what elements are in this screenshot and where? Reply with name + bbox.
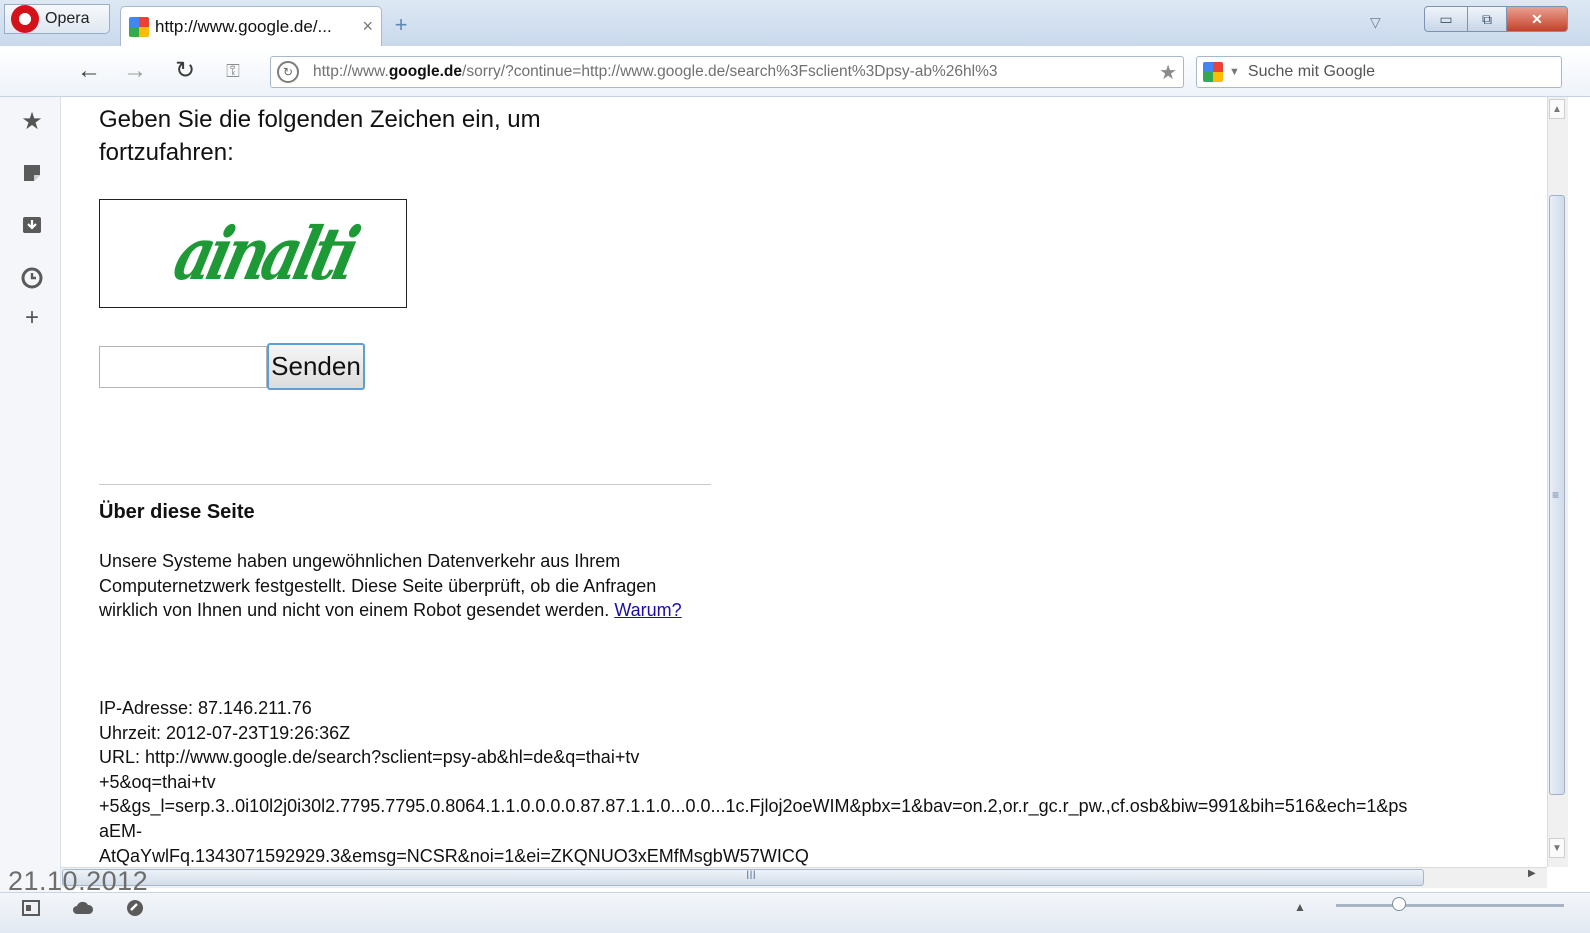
- url-domain: google.de: [388, 63, 463, 80]
- captcha-text: ainalti: [166, 211, 364, 296]
- page-heading: Geben Sie die folgenden Zeichen ein, um …: [99, 106, 541, 166]
- url-line: URL: http://www.google.de/search?sclient…: [99, 747, 640, 768]
- opera-menu-label: Opera: [45, 10, 90, 27]
- page-content: Geben Sie die folgenden Zeichen ein, um …: [61, 97, 1547, 867]
- scroll-up-icon[interactable]: ▲: [1549, 99, 1565, 119]
- zoom-menu-icon[interactable]: ▲: [1294, 900, 1306, 914]
- back-button[interactable]: ←: [74, 58, 104, 84]
- url-prefix: http://www.: [313, 63, 389, 80]
- url-line: aEM-: [99, 820, 143, 841]
- tab-list-chevron-icon[interactable]: ▽: [1370, 14, 1381, 31]
- zoom-slider[interactable]: [1336, 904, 1564, 907]
- address-bar[interactable]: ↻ http://www.google.de/sorry/?continue=h…: [270, 56, 1184, 88]
- tab-title: http://www.google.de/...: [155, 16, 332, 36]
- url-text[interactable]: http://www.google.de/sorry/?continue=htt…: [313, 63, 1155, 81]
- turbo-icon[interactable]: [124, 897, 146, 919]
- window-restore-button[interactable]: ⧉: [1467, 6, 1507, 32]
- window-close-button[interactable]: ✕: [1506, 6, 1568, 32]
- search-engine-dropdown-icon[interactable]: ▼: [1229, 66, 1240, 78]
- scroll-down-icon[interactable]: ▼: [1549, 838, 1565, 858]
- about-paragraph: Unsere Systeme haben ungewöhnlichen Date…: [99, 549, 689, 623]
- opera-logo-icon: [11, 5, 39, 33]
- google-favicon-icon: [129, 16, 149, 37]
- timestamp-line: Uhrzeit: 2012-07-23T19:26:36Z: [99, 722, 351, 743]
- opera-menu-button[interactable]: Opera: [4, 4, 110, 34]
- site-info-icon[interactable]: ↻: [277, 61, 299, 83]
- search-bar[interactable]: ▼: [1196, 56, 1562, 88]
- search-input[interactable]: [1245, 62, 1530, 82]
- url-path: /sorry/?continue=http://www.google.de/se…: [462, 63, 998, 80]
- diagnostics-block: IP-Adresse: 87.146.211.76 Uhrzeit: 2012-…: [99, 696, 1539, 867]
- why-link[interactable]: Warum?: [614, 600, 681, 620]
- tab-google-sorry[interactable]: http://www.google.de/... ×: [120, 6, 382, 46]
- bookmark-star-icon[interactable]: ★: [1159, 60, 1177, 85]
- date-watermark: 21.10.2012: [8, 866, 149, 896]
- forward-button[interactable]: →: [120, 58, 150, 84]
- security-key-icon[interactable]: ⚿: [218, 58, 248, 84]
- horizontal-scroll-thumb[interactable]: [62, 869, 1424, 886]
- url-line: +5&gs_l=serp.3..0i10l2j0i30l2.7795.7795.…: [99, 796, 1408, 817]
- url-line: AtQaYwlFq.1343071592929.3&emsg=NCSR&noi=…: [99, 845, 809, 866]
- new-tab-button[interactable]: +: [390, 14, 412, 36]
- status-bar: [0, 892, 1590, 933]
- google-search-engine-icon[interactable]: [1203, 62, 1223, 82]
- ip-address-line: IP-Adresse: 87.146.211.76: [99, 698, 312, 718]
- about-text: Unsere Systeme haben ungewöhnlichen Date…: [99, 551, 657, 621]
- zoom-slider-thumb[interactable]: [1392, 897, 1406, 911]
- tab-close-icon[interactable]: ×: [362, 16, 373, 37]
- bookmarks-star-icon[interactable]: ★: [18, 107, 46, 135]
- captcha-image: ainalti: [99, 199, 407, 308]
- panel-toggle-icon[interactable]: [20, 897, 42, 919]
- scroll-grip-icon: III: [746, 868, 757, 882]
- reload-button[interactable]: ↻: [170, 58, 200, 84]
- history-clock-icon[interactable]: [18, 264, 46, 292]
- section-divider: [99, 484, 711, 485]
- about-heading: Über diese Seite: [99, 501, 255, 523]
- window-minimize-button[interactable]: ▭: [1424, 6, 1468, 32]
- captcha-input[interactable]: [99, 346, 267, 388]
- downloads-icon[interactable]: [18, 211, 46, 239]
- opera-unite-cloud-icon[interactable]: [72, 897, 94, 919]
- url-line: +5&oq=thai+tv: [99, 771, 216, 792]
- send-button[interactable]: Senden: [267, 343, 365, 390]
- notes-icon[interactable]: [18, 159, 46, 187]
- scroll-grip-icon: ≡: [1552, 488, 1560, 502]
- scroll-right-icon[interactable]: ▶: [1528, 868, 1536, 879]
- add-panel-icon[interactable]: +: [18, 304, 46, 332]
